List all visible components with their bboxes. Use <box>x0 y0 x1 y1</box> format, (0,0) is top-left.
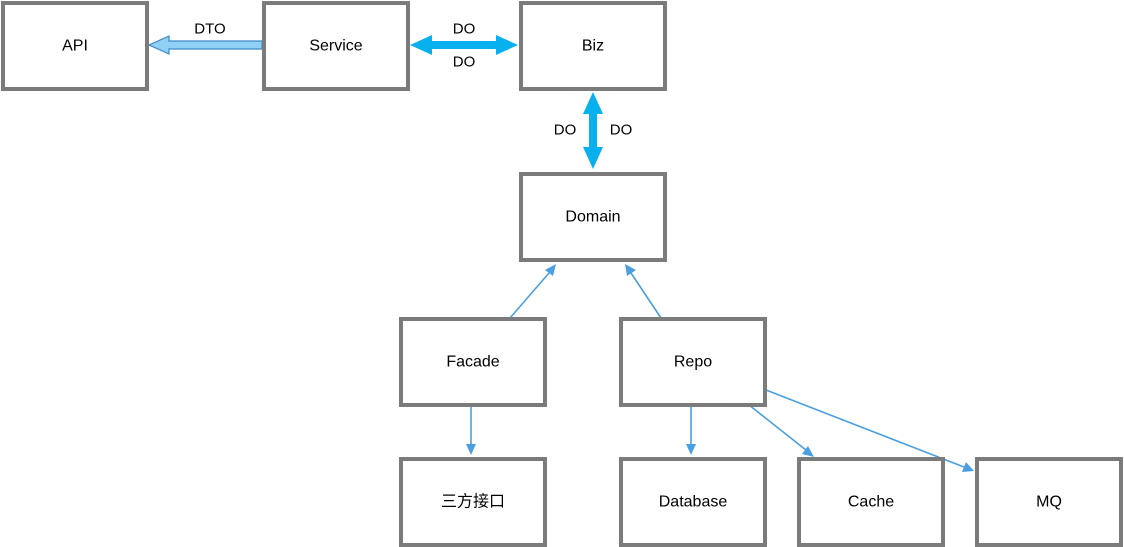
node-repo-label: Repo <box>674 354 712 371</box>
node-third-party: 三方接口 <box>399 457 547 547</box>
node-biz-label: Biz <box>582 38 604 55</box>
edge-facade-to-domain <box>509 264 556 319</box>
node-mq: MQ <box>975 457 1123 547</box>
node-biz: Biz <box>519 1 667 91</box>
node-repo: Repo <box>619 317 767 407</box>
node-cache-label: Cache <box>848 494 894 511</box>
edge-repo-to-domain <box>625 264 662 319</box>
node-domain: Domain <box>519 172 667 262</box>
node-database: Database <box>619 457 767 547</box>
node-service: Service <box>262 1 410 91</box>
edge-label-dto: DTO <box>194 21 225 38</box>
double-arrow-service-biz <box>410 35 518 55</box>
node-facade: Facade <box>399 317 547 407</box>
double-arrow-biz-domain <box>583 92 603 169</box>
node-cache: Cache <box>797 457 945 547</box>
node-service-label: Service <box>309 38 362 55</box>
edge-label-do-service-biz-bottom: DO <box>453 54 476 71</box>
architecture-diagram: DTO DO DO DO DO API Service Biz Domain F… <box>1 1 1123 547</box>
node-api-label: API <box>62 38 88 55</box>
node-mq-label: MQ <box>1036 494 1062 511</box>
node-facade-label: Facade <box>446 354 499 371</box>
edge-label-do-biz-domain-right: DO <box>610 122 633 139</box>
node-domain-label: Domain <box>565 209 620 226</box>
node-api: API <box>1 1 149 91</box>
edge-facade-to-third-party <box>466 406 476 455</box>
edge-repo-to-database <box>686 406 696 455</box>
block-arrow-service-to-api <box>147 35 263 55</box>
edge-label-do-biz-domain-left: DO <box>554 122 577 139</box>
node-database-label: Database <box>659 494 728 511</box>
node-third-party-label: 三方接口 <box>441 493 505 511</box>
edge-label-do-service-biz-top: DO <box>453 21 476 38</box>
edge-repo-to-cache <box>748 404 814 457</box>
